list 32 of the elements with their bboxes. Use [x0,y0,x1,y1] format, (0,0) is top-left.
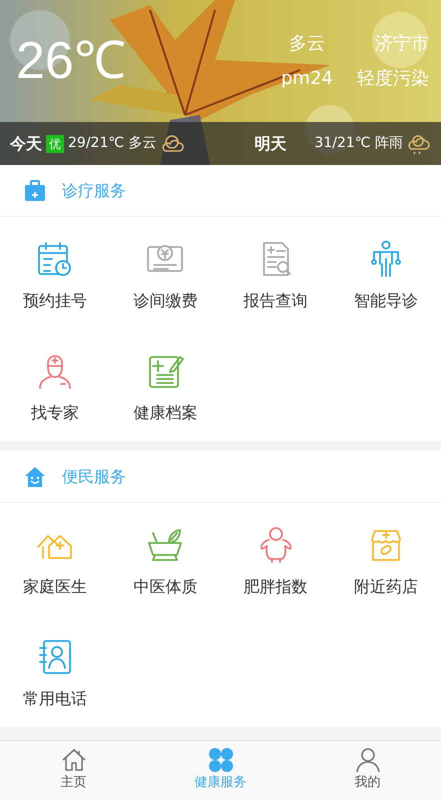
service-label[interactable]: 中医体质 [133,575,198,599]
section-title: 诊疗服务 [62,180,126,202]
section-title: 便民服务 [62,466,126,488]
forecast-text: 29/21℃ 多云 [68,134,157,153]
weather-condition: 多云 [289,32,326,56]
day-label: 明天 [254,132,286,154]
service-label[interactable]: 智能导诊 [354,289,418,313]
service-label[interactable]: 找专家 [31,401,80,425]
day-label: 今天 [10,132,42,154]
air-quality: 轻度污染 [357,67,429,91]
service-label[interactable]: 肥胖指数 [244,575,308,599]
tab[interactable]: 主页 [0,741,147,800]
city-name: 济宁市 [375,32,429,56]
service-label[interactable]: 常用电话 [23,687,88,711]
clover-icon [208,747,234,773]
temperature: 26℃ [16,35,127,87]
smiling-house-icon [24,466,46,488]
cloud-sun-icon [160,132,185,154]
tab[interactable]: 我的 [294,741,441,800]
forecast-text: 31/21℃ 阵雨 [314,134,403,153]
service-label[interactable]: 家庭医生 [23,575,88,599]
service-label[interactable]: 预约挂号 [23,289,88,313]
home-icon [60,747,86,773]
service-label[interactable]: 附近药店 [354,575,418,599]
medical-kit-icon [24,180,46,202]
cloud-rain-icon [407,132,431,154]
service-label[interactable]: 报告查询 [244,289,308,313]
person-icon [354,747,380,773]
pm-reading: pm24 [281,67,333,91]
service-label[interactable]: 诊间缴费 [133,289,198,313]
service-label[interactable]: 健康档案 [133,401,198,425]
aqi-badge: 优 [46,134,64,152]
